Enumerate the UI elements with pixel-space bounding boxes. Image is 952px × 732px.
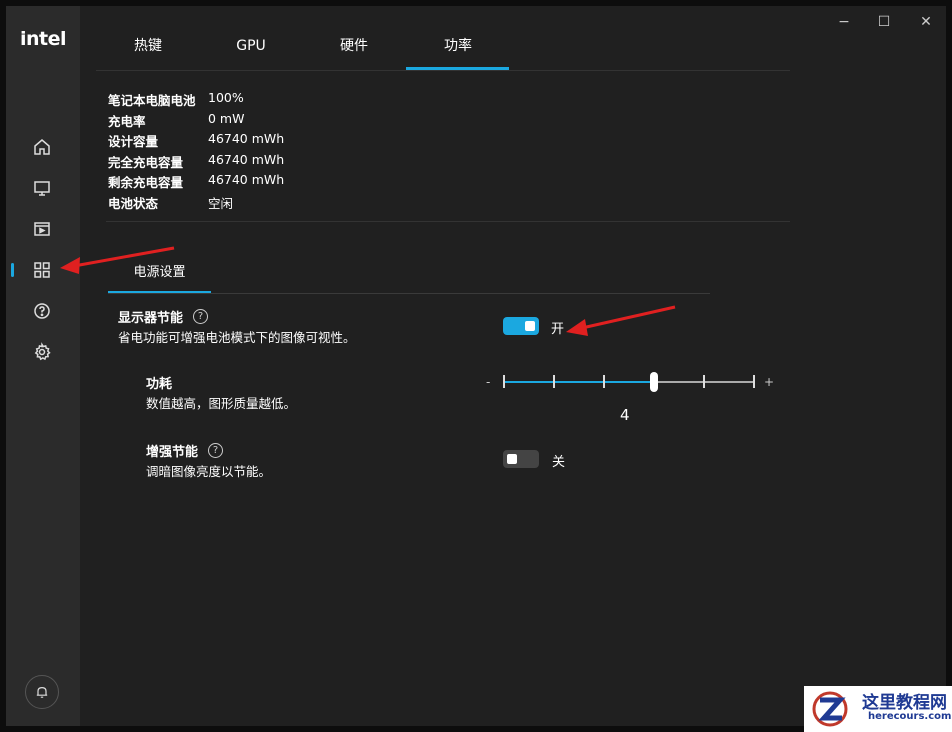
- info-value: 0 mW: [208, 110, 245, 126]
- app-window: intel − ☐ ✕ 热键 GPU 硬件 功率 笔记本电脑电池 100% 充电…: [6, 6, 946, 726]
- enhanced-power-saving-title: 增强节能 ?: [146, 441, 224, 460]
- info-value: 46740 mWh: [208, 172, 285, 187]
- slider-tick: [553, 375, 555, 388]
- info-value: 46740 mWh: [208, 131, 285, 146]
- power-title: 功耗: [146, 377, 173, 392]
- watermark-cn: 这里教程网: [862, 693, 947, 713]
- slider-tick: [753, 375, 755, 388]
- power-value: 4: [620, 406, 630, 424]
- active-tab-indicator: [406, 67, 509, 70]
- info-key: 笔记本电脑电池: [108, 93, 196, 108]
- grid-icon[interactable]: [30, 258, 54, 282]
- display-power-saving-state: 开: [551, 322, 565, 337]
- active-nav-marker: [11, 263, 14, 277]
- info-value: 46740 mWh: [208, 151, 285, 167]
- section-divider: [106, 221, 790, 222]
- info-key: 设计容量: [108, 134, 159, 149]
- slider-tick: [603, 375, 605, 388]
- info-row: 笔记本电脑电池 100%: [108, 90, 284, 111]
- tab-power[interactable]: 功率: [406, 28, 510, 68]
- enhanced-power-saving-state: 关: [552, 455, 566, 470]
- tab-hardware[interactable]: 硬件: [302, 28, 406, 68]
- tab-gpu[interactable]: GPU: [199, 28, 303, 68]
- gear-icon[interactable]: [30, 340, 54, 364]
- slider-tick: [503, 375, 505, 388]
- slider-fill: [504, 381, 654, 383]
- minimize-button[interactable]: −: [834, 12, 854, 32]
- maximize-button[interactable]: ☐: [874, 12, 894, 32]
- setting-title: 增强节能: [146, 445, 199, 460]
- info-key: 充电率: [108, 113, 146, 129]
- power-description: 数值越高，图形质量越低。: [146, 396, 297, 411]
- slider-plus: +: [764, 375, 775, 389]
- watermark: 这里教程网 herecours.com: [804, 686, 952, 732]
- tab-hotkeys[interactable]: 热键: [96, 28, 200, 68]
- subtab-power-settings[interactable]: 电源设置: [108, 261, 211, 280]
- setting-title: 显示器节能: [118, 311, 184, 326]
- close-button[interactable]: ✕: [916, 12, 936, 32]
- info-key: 剩余充电容量: [108, 175, 184, 190]
- tab-bar-divider: [96, 70, 790, 71]
- info-row: 剩余充电容量 46740 mWh: [108, 172, 284, 193]
- home-icon[interactable]: [30, 135, 54, 159]
- watermark-logo-icon: [812, 691, 848, 727]
- bell-icon: [36, 686, 48, 698]
- battery-info: 笔记本电脑电池 100% 充电率 0 mW 设计容量 46740 mWh 完全充电容量…: [108, 90, 284, 213]
- sidebar: intel: [6, 6, 80, 726]
- notification-button[interactable]: [25, 675, 59, 709]
- toggle-knob: [507, 454, 517, 464]
- display-power-saving-title: 显示器节能 ?: [118, 307, 209, 326]
- watermark-en: herecours.com: [868, 711, 952, 722]
- slider-tick: [703, 375, 705, 388]
- intel-logo: intel: [20, 28, 67, 50]
- display-power-saving-description: 省电功能可增强电池模式下的图像可视性。: [118, 330, 356, 345]
- help-icon[interactable]: ?: [193, 309, 209, 324]
- power-slider[interactable]: - +: [486, 372, 774, 402]
- slider-minus: -: [486, 375, 491, 389]
- monitor-icon[interactable]: [30, 176, 54, 200]
- tab-bar: 热键 GPU 硬件 功率: [106, 28, 790, 70]
- info-key: 完全充电容量: [108, 154, 184, 170]
- help-icon[interactable]: ?: [208, 443, 224, 458]
- toggle-knob: [525, 321, 535, 331]
- subtab-divider: [108, 293, 710, 294]
- info-row: 电池状态 空闲: [108, 193, 284, 214]
- enhanced-power-saving-toggle[interactable]: [503, 450, 539, 468]
- info-value: 100%: [208, 90, 244, 105]
- video-icon[interactable]: [30, 217, 54, 241]
- enhanced-power-saving-description: 调暗图像亮度以节能。: [146, 464, 272, 479]
- question-icon[interactable]: [30, 299, 54, 323]
- info-row: 完全充电容量 46740 mWh: [108, 152, 284, 173]
- slider-thumb[interactable]: [650, 372, 658, 392]
- display-power-saving-toggle[interactable]: [503, 317, 539, 335]
- info-value: 空闲: [208, 195, 234, 211]
- info-key: 电池状态: [108, 195, 159, 211]
- info-row: 设计容量 46740 mWh: [108, 131, 284, 152]
- info-row: 充电率 0 mW: [108, 111, 284, 132]
